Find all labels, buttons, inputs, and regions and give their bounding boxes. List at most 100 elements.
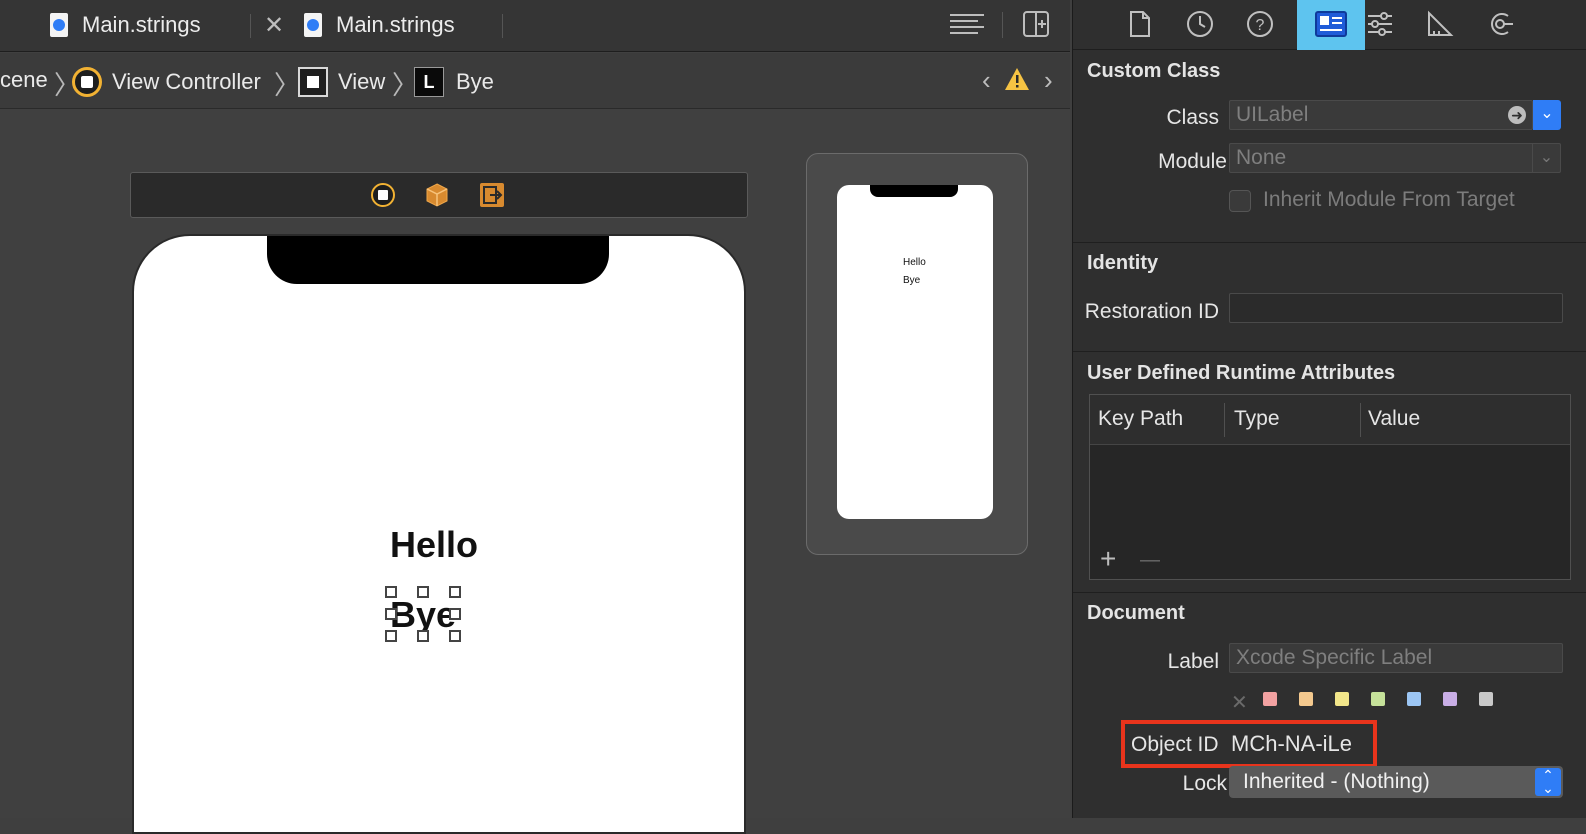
restoration-id-label: Restoration ID bbox=[1084, 300, 1219, 323]
clear-color-icon[interactable]: ✕ bbox=[1231, 690, 1248, 715]
color-swatch[interactable] bbox=[1371, 692, 1385, 706]
breadcrumb-label: View bbox=[338, 69, 386, 94]
tab-main-strings-2[interactable]: Main.strings bbox=[304, 10, 455, 40]
up-down-chevron-icon: ⌃ ⌄ bbox=[1535, 768, 1561, 796]
preview-notch bbox=[870, 185, 958, 197]
document-title: Document bbox=[1087, 602, 1185, 624]
identity-inspector-tab[interactable] bbox=[1297, 0, 1365, 50]
go-to-class-icon[interactable]: ➜ bbox=[1508, 106, 1526, 124]
view-controller-icon[interactable] bbox=[371, 183, 395, 207]
tab-main-strings-1[interactable]: Main.strings bbox=[50, 10, 201, 40]
color-swatch[interactable] bbox=[1335, 692, 1349, 706]
tab-label: Main.strings bbox=[336, 12, 455, 37]
preview-panel[interactable]: Hello Bye bbox=[806, 153, 1028, 555]
selection-handle[interactable] bbox=[417, 586, 429, 598]
color-swatch[interactable] bbox=[1443, 692, 1457, 706]
column-key-path[interactable]: Key Path bbox=[1098, 407, 1183, 431]
color-swatch[interactable] bbox=[1479, 692, 1493, 706]
previous-issue-icon[interactable]: ‹ bbox=[982, 65, 991, 96]
device-notch bbox=[267, 236, 609, 284]
custom-class-title: Custom Class bbox=[1087, 60, 1221, 82]
breadcrumb-view[interactable]: View bbox=[298, 67, 385, 97]
attributes-inspector-icon[interactable] bbox=[1365, 10, 1395, 40]
preview-device: Hello Bye bbox=[837, 185, 993, 519]
module-field[interactable]: None ⌄ bbox=[1229, 143, 1561, 173]
svg-text:?: ? bbox=[1256, 17, 1265, 34]
iphone-canvas: Hello Bye bbox=[132, 234, 746, 834]
color-swatch[interactable] bbox=[1407, 692, 1421, 706]
selection-handle[interactable] bbox=[385, 630, 397, 642]
breadcrumb-view-controller[interactable]: View Controller bbox=[72, 67, 261, 97]
selection-handle[interactable] bbox=[449, 608, 461, 620]
lock-popup[interactable]: Inherited - (Nothing) ⌃ ⌄ bbox=[1229, 766, 1563, 798]
color-swatch[interactable] bbox=[1299, 692, 1313, 706]
inspector-panel: ? Custom Class Class UILabel ➜ ⌄ Module … bbox=[1072, 0, 1586, 818]
view-controller-icon bbox=[72, 67, 102, 97]
section-divider bbox=[1073, 592, 1586, 593]
inherit-module-label: Inherit Module From Target bbox=[1263, 188, 1515, 211]
exit-icon[interactable] bbox=[479, 182, 505, 213]
restoration-id-field[interactable] bbox=[1229, 293, 1563, 323]
view-icon bbox=[298, 67, 328, 97]
selection-handle[interactable] bbox=[449, 630, 461, 642]
breadcrumb-label: View Controller bbox=[112, 69, 261, 94]
column-type[interactable]: Type bbox=[1234, 407, 1280, 431]
selection-handle[interactable] bbox=[385, 586, 397, 598]
inherit-module-checkbox[interactable] bbox=[1229, 190, 1251, 212]
connections-inspector-icon[interactable] bbox=[1485, 10, 1515, 40]
history-inspector-icon[interactable] bbox=[1185, 10, 1215, 40]
lock-label: Lock bbox=[1182, 772, 1227, 795]
column-divider bbox=[1360, 403, 1361, 437]
remove-attribute-button[interactable]: — bbox=[1140, 549, 1160, 572]
toolbar-divider bbox=[1002, 12, 1003, 38]
tab-divider bbox=[250, 14, 251, 38]
column-value[interactable]: Value bbox=[1368, 407, 1420, 431]
section-divider bbox=[1073, 351, 1586, 352]
tab-divider bbox=[502, 14, 503, 38]
table-header: Key Path Type Value bbox=[1090, 395, 1570, 445]
add-editor-icon[interactable] bbox=[1022, 10, 1050, 43]
column-divider bbox=[1224, 403, 1225, 437]
section-divider bbox=[1073, 242, 1586, 243]
tab-bar: Main.strings ✕ Main.strings bbox=[0, 0, 1070, 52]
lock-value: Inherited - (Nothing) bbox=[1243, 770, 1430, 793]
breadcrumb-scene[interactable]: cene bbox=[0, 67, 48, 93]
identity-card-icon bbox=[1315, 11, 1347, 37]
inspector-toolbar: ? bbox=[1073, 0, 1586, 50]
chevron-down-icon: ⌄ bbox=[1532, 144, 1560, 172]
add-attribute-button[interactable]: + bbox=[1100, 545, 1116, 573]
breadcrumb-label: Bye bbox=[456, 69, 494, 94]
document-label-label: Label bbox=[1167, 650, 1219, 673]
selection-handle[interactable] bbox=[417, 630, 429, 642]
file-inspector-icon[interactable] bbox=[1125, 10, 1155, 40]
object-id-value: MCh-NA-iLe bbox=[1231, 731, 1353, 756]
object-id-label: Object ID bbox=[1131, 733, 1219, 756]
module-placeholder: None bbox=[1236, 146, 1287, 169]
first-responder-icon[interactable] bbox=[425, 182, 449, 213]
tab-label: Main.strings bbox=[82, 12, 201, 37]
selection-handle[interactable] bbox=[385, 608, 397, 620]
warning-icon[interactable] bbox=[1004, 67, 1030, 97]
tab-close-icon[interactable]: ✕ bbox=[264, 10, 284, 40]
size-inspector-icon[interactable] bbox=[1425, 10, 1455, 40]
runtime-attributes-table[interactable]: Key Path Type Value + — bbox=[1089, 394, 1571, 580]
preview-bye-label: Bye bbox=[903, 275, 921, 286]
help-inspector-icon[interactable]: ? bbox=[1245, 10, 1275, 40]
selection-handle[interactable] bbox=[449, 586, 461, 598]
breadcrumb-chevron-icon: 〉 bbox=[274, 70, 301, 100]
editor-options-icon[interactable] bbox=[948, 12, 986, 43]
breadcrumb-label-bye[interactable]: L Bye bbox=[414, 67, 494, 97]
scene-dock bbox=[130, 172, 748, 218]
breadcrumb-label: cene bbox=[0, 67, 48, 92]
document-label-field[interactable]: Xcode Specific Label bbox=[1229, 643, 1563, 673]
class-placeholder: UILabel bbox=[1236, 103, 1309, 126]
hello-label[interactable]: Hello bbox=[390, 524, 478, 566]
color-swatch[interactable] bbox=[1263, 692, 1277, 706]
editor-area: Main.strings ✕ Main.strings cene 〉 View … bbox=[0, 0, 1070, 834]
class-field[interactable]: UILabel ➜ bbox=[1229, 100, 1533, 130]
class-dropdown-chevron-down-icon[interactable]: ⌄ bbox=[1533, 100, 1561, 130]
class-label: Class bbox=[1166, 106, 1219, 129]
label-icon: L bbox=[414, 67, 444, 97]
next-issue-icon[interactable]: › bbox=[1044, 65, 1053, 96]
identity-title: Identity bbox=[1087, 252, 1159, 274]
